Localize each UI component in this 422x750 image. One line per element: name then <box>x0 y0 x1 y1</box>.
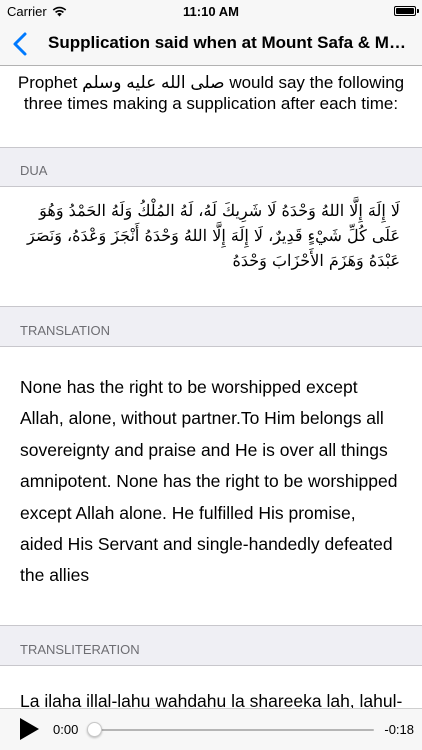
audio-player: 0:00 -0:18 <box>0 708 422 750</box>
translation-text: None has the right to be worshipped exce… <box>20 377 398 586</box>
navigation-bar: Supplication said when at Mount Safa & M… <box>0 22 422 66</box>
transliteration-text: La ilaha illal-lahu wahdahu la shareeka … <box>20 691 403 708</box>
scroll-content[interactable]: Prophet صلى الله عليه وسلم would say the… <box>0 66 422 708</box>
section-header-dua: DUA <box>0 147 422 187</box>
status-bar: Carrier 11:10 AM <box>0 0 422 22</box>
progress-slider-thumb[interactable] <box>86 722 102 737</box>
section-header-translation-label: TRANSLATION <box>20 323 111 338</box>
screen: Carrier 11:10 AM Supplication said when … <box>0 0 422 750</box>
battery-tip <box>417 9 419 13</box>
time-remaining: -0:18 <box>384 722 414 737</box>
page-title: Supplication said when at Mount Safa & M… <box>48 33 410 52</box>
time-elapsed: 0:00 <box>53 722 79 737</box>
section-header-transliteration: TRANSLITERATION <box>0 625 422 666</box>
status-time: 11:10 AM <box>183 4 239 19</box>
dua-arabic-text: لَا إِلَهَ إِلَّا اللهُ وَحْدَهُ لَا شَر… <box>27 201 400 270</box>
battery-fill <box>396 8 414 14</box>
battery-icon <box>394 6 416 16</box>
progress-slider-track[interactable] <box>90 729 374 731</box>
play-icon[interactable] <box>18 717 40 741</box>
section-header-transliteration-label: TRANSLITERATION <box>20 642 140 657</box>
intro-text: Prophet صلى الله عليه وسلم would say the… <box>17 73 405 113</box>
section-header-translation: TRANSLATION <box>0 306 422 347</box>
section-header-dua-label: DUA <box>20 163 48 178</box>
chevron-left-icon[interactable] <box>8 30 34 58</box>
